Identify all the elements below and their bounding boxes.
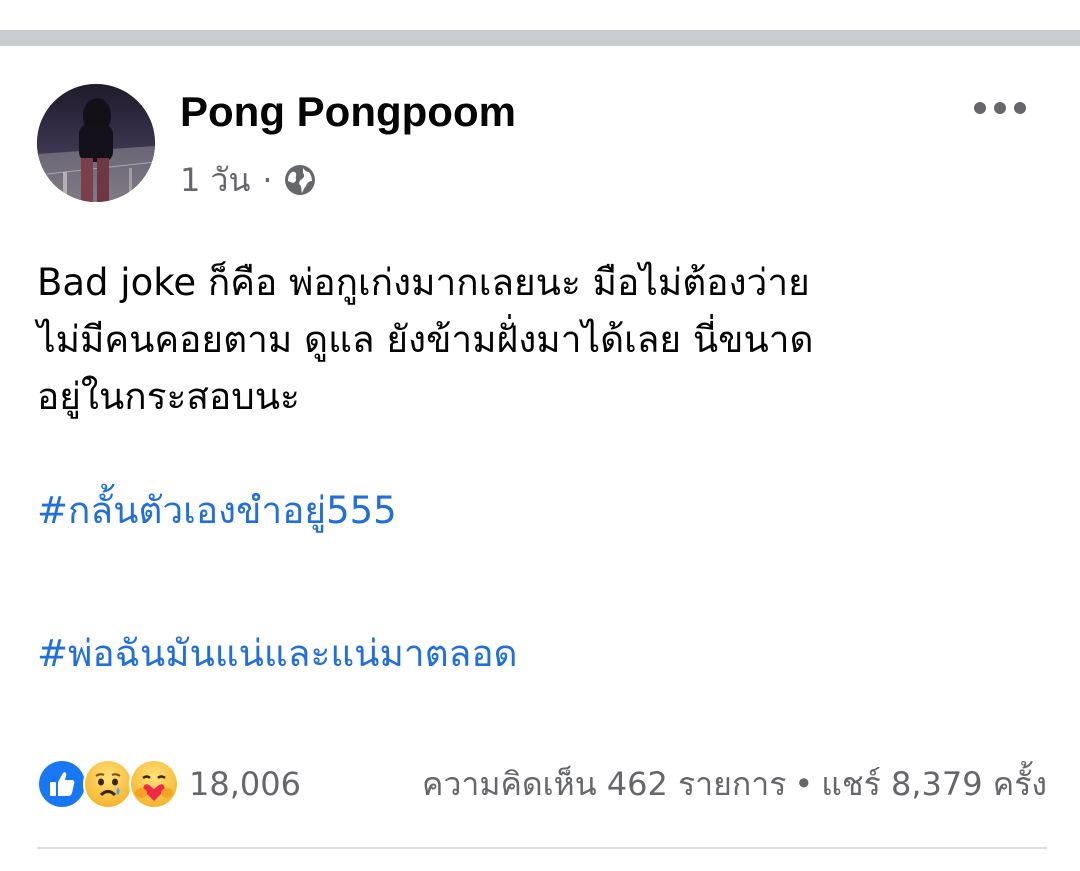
post-stats: 18,006 ความคิดเห็น 462 รายการ • แชร์ 8,3… <box>37 759 1047 809</box>
post-card: Pong Pongpoom 1 วัน · Bad joke ก็คือ พ่อ… <box>0 46 1080 871</box>
more-dot-icon <box>1014 102 1026 114</box>
post-timestamp[interactable]: 1 วัน <box>180 155 250 206</box>
like-icon <box>37 759 87 809</box>
author-name[interactable]: Pong Pongpoom <box>180 88 516 136</box>
engagement-counts: ความคิดเห็น 462 รายการ • แชร์ 8,379 ครั้… <box>422 759 1047 810</box>
stats-separator: • <box>794 765 814 803</box>
meta-separator: · <box>262 161 273 199</box>
comments-count[interactable]: ความคิดเห็น 462 รายการ <box>422 759 786 810</box>
sad-icon <box>83 759 133 809</box>
post-text-line: อยู่ในกระสอบนะ <box>37 375 300 418</box>
feed-divider <box>0 30 1080 46</box>
more-dot-icon <box>994 102 1006 114</box>
stats-divider <box>37 847 1047 849</box>
post-meta: 1 วัน · <box>180 160 317 200</box>
care-icon <box>129 759 179 809</box>
reaction-count: 18,006 <box>189 765 301 803</box>
post-text-line: Bad joke ก็คือ พ่อกูเก่งมากเลยนะ มือไม่ต… <box>37 261 810 304</box>
avatar[interactable] <box>37 84 155 202</box>
more-options-button[interactable] <box>970 88 1030 128</box>
shares-count[interactable]: แชร์ 8,379 ครั้ง <box>821 759 1047 810</box>
hashtag-link[interactable]: #กลั้นตัวเองขำอยู่555 <box>37 482 1047 539</box>
globe-icon[interactable] <box>283 163 317 197</box>
more-dot-icon <box>974 102 986 114</box>
post-body: Bad joke ก็คือ พ่อกูเก่งมากเลยนะ มือไม่ต… <box>37 254 1047 682</box>
hashtag-link[interactable]: #พ่อฉันมันแน่และแน่มาตลอด <box>37 625 1047 682</box>
reactions-summary[interactable]: 18,006 <box>37 759 301 809</box>
avatar-photo <box>37 84 155 202</box>
post-text-line: ไม่มีคนคอยตาม ดูแล ยังข้ามฝั่งมาได้เลย น… <box>37 318 814 361</box>
